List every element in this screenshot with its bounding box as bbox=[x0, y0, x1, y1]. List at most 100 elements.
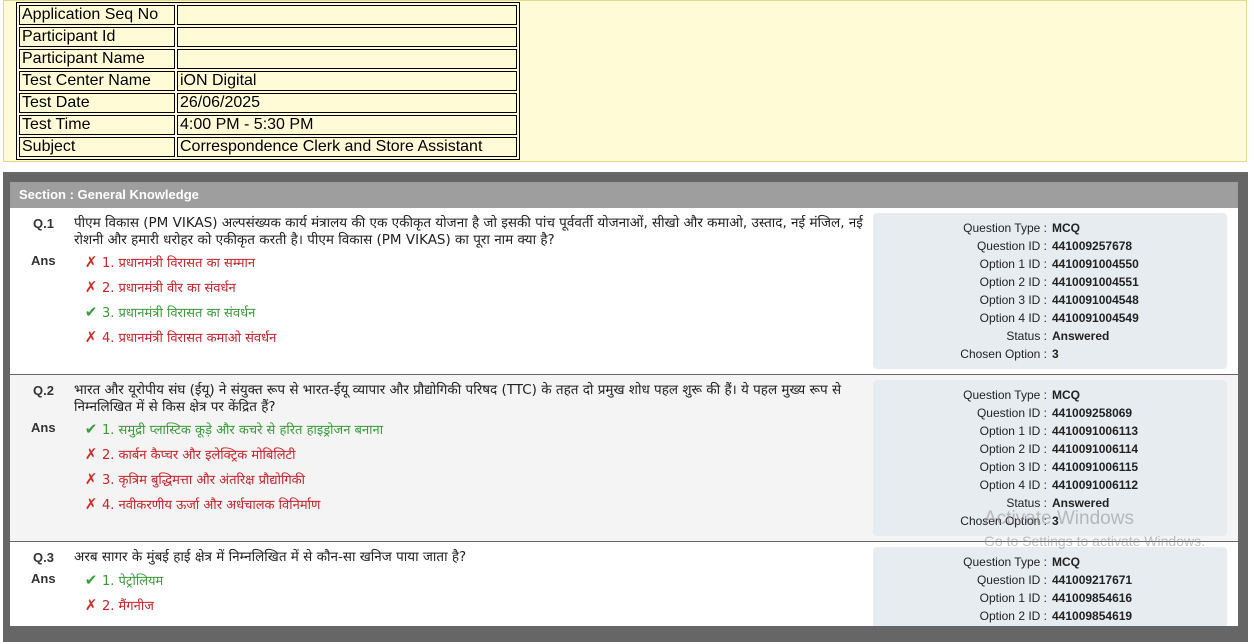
question-number: Q.1 bbox=[33, 216, 54, 231]
question-text: अरब सागर के मुंबई हाई क्षेत्र में निम्नल… bbox=[74, 549, 467, 565]
option-text: 2. प्रधानमंत्री वीर का संवर्धन bbox=[102, 281, 236, 296]
meta-label: Question Type : bbox=[963, 555, 1047, 569]
option-2: ✗ 2. प्रधानमंत्री वीर का संवर्धन bbox=[82, 278, 236, 296]
meta-value: MCQ bbox=[1052, 221, 1080, 235]
option-2: ✗ 2. मैंगनीज bbox=[82, 596, 154, 614]
cross-icon: ✗ bbox=[84, 328, 98, 346]
option-3: ✗ 3. कृत्रिम बुद्धिमत्ता और अंतरिक्ष प्रौ… bbox=[82, 470, 305, 488]
meta-label: Question Type : bbox=[963, 388, 1047, 402]
info-label: Subject bbox=[19, 137, 175, 157]
info-row: Participant Name bbox=[19, 49, 517, 69]
meta-label: Option 2 ID : bbox=[979, 442, 1047, 456]
meta-value: MCQ bbox=[1052, 388, 1080, 402]
question-number: Q.2 bbox=[33, 383, 54, 398]
option-text: 2. मैंगनीज bbox=[102, 599, 154, 614]
check-icon: ✔ bbox=[84, 420, 98, 438]
option-text: 4. प्रधानमंत्री विरासत कमाओ संवर्धन bbox=[102, 331, 277, 346]
check-icon: ✔ bbox=[84, 303, 98, 321]
info-label: Application Seq No bbox=[19, 5, 175, 25]
info-value: iON Digital bbox=[177, 71, 517, 91]
meta-label: Option 4 ID : bbox=[979, 478, 1047, 492]
option-1: ✗ 1. प्रधानमंत्री विरासत का सम्मान bbox=[82, 253, 255, 271]
info-row: Application Seq No bbox=[19, 5, 517, 25]
meta-label: Option 4 ID : bbox=[979, 311, 1047, 325]
question-text: भारत और यूरोपीय संघ (ईयू) ने संयुक्त रूप… bbox=[74, 382, 842, 415]
cross-icon: ✗ bbox=[84, 495, 98, 513]
check-icon: ✔ bbox=[84, 571, 98, 589]
meta-label: Option 1 ID : bbox=[979, 424, 1047, 438]
meta-value: 4410091004549 bbox=[1052, 311, 1139, 325]
meta-label: Option 1 ID : bbox=[979, 257, 1047, 271]
info-row: Test Time 4:00 PM - 5:30 PM bbox=[19, 115, 517, 135]
info-row: Test Center Name iON Digital bbox=[19, 71, 517, 91]
section-header: Section : General Knowledge bbox=[10, 182, 1238, 208]
activate-windows-subtitle: Go to Settings to activate Windows. bbox=[984, 533, 1205, 549]
info-row: Test Date 26/06/2025 bbox=[19, 93, 517, 113]
meta-value: Answered bbox=[1052, 329, 1110, 343]
option-1: ✔ 1. समुद्री प्लास्टिक कूड़े और कचरे से ह… bbox=[82, 420, 383, 438]
meta-label: Question ID : bbox=[976, 239, 1047, 253]
option-2: ✗ 2. कार्बन कैप्चर और इलेक्ट्रिक मोबिलिटी bbox=[82, 445, 296, 463]
option-text: 3. प्रधानमंत्री विरासत का संवर्धन bbox=[102, 306, 256, 321]
info-label: Test Center Name bbox=[19, 71, 175, 91]
candidate-info-panel: Application Seq No Participant Id Partic… bbox=[3, 0, 1247, 162]
cross-icon: ✗ bbox=[84, 596, 98, 614]
meta-value: 4410091006114 bbox=[1052, 442, 1139, 456]
meta-value: 441009217671 bbox=[1052, 573, 1133, 587]
meta-value: MCQ bbox=[1052, 555, 1080, 569]
info-label: Participant Id bbox=[19, 27, 175, 47]
option-text: 1. समुद्री प्लास्टिक कूड़े और कचरे से हर… bbox=[102, 423, 384, 438]
answer-label: Ans bbox=[31, 253, 56, 268]
cross-icon: ✗ bbox=[84, 470, 98, 488]
meta-label: Option 2 ID : bbox=[979, 609, 1047, 623]
cross-icon: ✗ bbox=[84, 253, 98, 271]
meta-label: Option 3 ID : bbox=[979, 460, 1047, 474]
question-text: पीएम विकास (PM VIKAS) अल्पसंख्यक कार्य म… bbox=[74, 215, 863, 248]
meta-label: Question ID : bbox=[976, 406, 1047, 420]
meta-label: Question Type : bbox=[963, 221, 1047, 235]
activate-windows-title: Activate Windows bbox=[984, 508, 1134, 529]
meta-label: Option 3 ID : bbox=[979, 293, 1047, 307]
option-3: ✔ 3. प्रधानमंत्री विरासत का संवर्धन bbox=[82, 303, 256, 321]
option-text: 4. नवीकरणीय ऊर्जा और अर्धचालक विनिर्माण bbox=[102, 498, 321, 513]
meta-value: 4410091004551 bbox=[1052, 275, 1139, 289]
info-value bbox=[177, 5, 517, 25]
meta-value: 4410091006112 bbox=[1052, 478, 1139, 492]
meta-value: 441009257678 bbox=[1052, 239, 1133, 253]
meta-label: Chosen Option : bbox=[960, 347, 1047, 361]
meta-value: 441009854619 bbox=[1052, 609, 1133, 623]
meta-value: 4410091004548 bbox=[1052, 293, 1139, 307]
meta-label: Status : bbox=[1006, 329, 1047, 343]
meta-label: Option 2 ID : bbox=[979, 275, 1047, 289]
option-4: ✗ 4. प्रधानमंत्री विरासत कमाओ संवर्धन bbox=[82, 328, 277, 346]
meta-label: Question ID : bbox=[976, 573, 1047, 587]
info-value bbox=[177, 49, 517, 69]
question-panel-3: Q.3 अरब सागर के मुंबई हाई क्षेत्र में नि… bbox=[10, 542, 1238, 626]
option-text: 1. प्रधानमंत्री विरासत का सम्मान bbox=[102, 256, 256, 271]
meta-value: 3 bbox=[1052, 347, 1059, 361]
info-row: Subject Correspondence Clerk and Store As… bbox=[19, 137, 517, 157]
option-text: 2. कार्बन कैप्चर और इलेक्ट्रिक मोबिलिटी bbox=[102, 448, 296, 463]
meta-value: 4410091006115 bbox=[1052, 460, 1139, 474]
answer-label: Ans bbox=[31, 571, 56, 586]
info-label: Participant Name bbox=[19, 49, 175, 69]
meta-value: 441009854616 bbox=[1052, 591, 1133, 605]
meta-value: 441009258069 bbox=[1052, 406, 1133, 420]
cross-icon: ✗ bbox=[84, 445, 98, 463]
cross-icon: ✗ bbox=[84, 278, 98, 296]
question-meta: Question Type : MCQ Question ID : 44100925… bbox=[873, 213, 1227, 369]
info-value: 4:00 PM - 5:30 PM bbox=[177, 115, 517, 135]
answer-label: Ans bbox=[31, 420, 56, 435]
meta-value: 4410091006113 bbox=[1052, 424, 1139, 438]
meta-value: 4410091004550 bbox=[1052, 257, 1139, 271]
info-row: Participant Id bbox=[19, 27, 517, 47]
candidate-info-table: Application Seq No Participant Id Partic… bbox=[16, 2, 520, 160]
option-4: ✗ 4. नवीकरणीय ऊर्जा और अर्धचालक विनिर्माण bbox=[82, 495, 321, 513]
option-1: ✔ 1. पेट्रोलियम bbox=[82, 571, 164, 589]
option-text: 1. पेट्रोलियम bbox=[102, 574, 164, 589]
info-value: 26/06/2025 bbox=[177, 93, 517, 113]
info-label: Test Date bbox=[19, 93, 175, 113]
question-number: Q.3 bbox=[33, 550, 54, 565]
info-value bbox=[177, 27, 517, 47]
info-label: Test Time bbox=[19, 115, 175, 135]
